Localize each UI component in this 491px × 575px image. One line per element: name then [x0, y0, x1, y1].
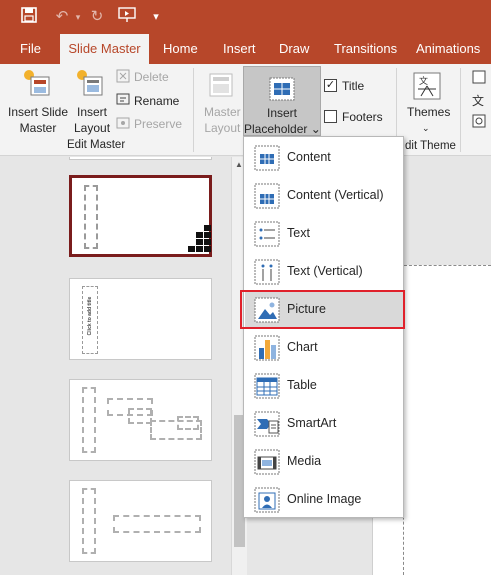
menu-item-label: Table	[287, 378, 317, 392]
table-icon	[254, 373, 280, 399]
menu-item-content-vertical[interactable]: Content (Vertical)	[245, 176, 403, 214]
ribbon-separator-3	[460, 68, 461, 152]
menu-item-label: Media	[287, 454, 322, 468]
footers-checkbox[interactable]	[324, 110, 337, 123]
online-image-icon	[254, 487, 280, 513]
master-layout-button[interactable]: Master Layout	[204, 104, 241, 136]
insert-placeholder-icon	[269, 77, 295, 104]
thumbnail-partial[interactable]	[69, 157, 212, 160]
themes-button[interactable]: Themes	[407, 104, 450, 120]
thumbnail-title-text: Click to add title	[87, 296, 93, 336]
menu-item-content[interactable]: Content	[245, 138, 403, 176]
edit-theme-group-label: dit Theme	[405, 140, 456, 152]
svg-text:文: 文	[419, 75, 428, 87]
highlight-annotation-box	[240, 290, 405, 329]
insert-placeholder-label: Insert Placeholder ⌄	[244, 106, 321, 136]
preserve-icon	[116, 116, 131, 134]
menu-item-label: Text (Vertical)	[287, 264, 363, 278]
fonts-icon[interactable]: 文	[472, 92, 484, 109]
tab-transitions[interactable]: Transitions	[328, 34, 403, 64]
text-vertical-icon	[254, 259, 280, 285]
tab-file[interactable]: File	[14, 34, 47, 64]
menu-item-label: SmartArt	[287, 416, 337, 430]
undo-dropdown-icon[interactable]: ▾	[68, 7, 88, 27]
footers-checkbox-label: Footers	[342, 110, 383, 124]
media-icon	[254, 449, 280, 475]
layout-thumbnail[interactable]	[69, 480, 212, 562]
menu-item-smartart[interactable]: SmartArt	[245, 404, 403, 442]
title-bar: ↶ ▾ ↻ ▾	[0, 0, 491, 34]
delete-button[interactable]: Delete	[134, 69, 169, 85]
title-checkbox[interactable]: ✓	[324, 79, 337, 92]
insert-slide-master-button[interactable]: Insert Slide Master	[8, 104, 68, 136]
menu-item-label: Content	[287, 150, 331, 164]
themes-icon[interactable]: 文	[413, 72, 441, 103]
colors-icon[interactable]	[472, 70, 486, 87]
scroll-up-icon[interactable]: ▲	[235, 160, 243, 169]
redo-icon[interactable]: ↻	[87, 7, 107, 27]
preserve-button[interactable]: Preserve	[134, 116, 182, 132]
content-vertical-icon	[254, 183, 280, 209]
thumbnail-stairs-shape	[188, 225, 211, 252]
menu-item-text-vertical[interactable]: Text (Vertical)	[245, 252, 403, 290]
delete-icon	[116, 69, 131, 87]
tab-animations[interactable]: Animations	[410, 34, 486, 64]
tab-draw[interactable]: Draw	[273, 34, 315, 64]
insert-layout-icon[interactable]	[75, 68, 105, 101]
menu-item-label: Content (Vertical)	[287, 188, 384, 202]
layout-thumbnail[interactable]	[69, 379, 212, 461]
edit-master-group-label: Edit Master	[67, 139, 126, 151]
menu-item-text[interactable]: Text	[245, 214, 403, 252]
save-icon[interactable]	[19, 7, 39, 27]
insert-slide-master-icon[interactable]	[22, 68, 52, 101]
text-icon	[254, 221, 280, 247]
ribbon-separator	[193, 68, 194, 152]
master-layout-icon	[208, 72, 234, 101]
rename-icon	[116, 92, 131, 110]
menu-item-chart[interactable]: Chart	[245, 328, 403, 366]
present-icon[interactable]	[117, 7, 137, 27]
effects-icon[interactable]	[472, 114, 486, 131]
themes-dropdown-icon[interactable]: ⌄	[422, 120, 430, 136]
insert-layout-button[interactable]: Insert Layout	[74, 104, 110, 136]
tab-insert[interactable]: Insert	[217, 34, 262, 64]
content-icon	[254, 145, 280, 171]
title-checkbox-label: Title	[342, 79, 365, 93]
chart-icon	[254, 335, 280, 361]
menu-item-label: Online Image	[287, 492, 362, 506]
layout-thumbnail[interactable]: Click to add title	[69, 278, 212, 360]
menu-item-table[interactable]: Table	[245, 366, 403, 404]
menu-item-online-image[interactable]: Online Image	[245, 480, 403, 518]
menu-item-label: Text	[287, 226, 310, 240]
customize-qat-icon[interactable]: ▾	[146, 7, 166, 27]
layout-thumbnail-selected[interactable]	[69, 175, 212, 257]
ribbon-tabs: File Slide Master Home Insert Draw Trans…	[0, 34, 491, 65]
menu-item-media[interactable]: Media	[245, 442, 403, 480]
slide-thumbnails-pane: Click to add title	[0, 157, 228, 575]
rename-button[interactable]: Rename	[134, 93, 179, 109]
tab-slide-master[interactable]: Slide Master	[60, 34, 149, 65]
smartart-icon	[254, 411, 280, 437]
tab-home[interactable]: Home	[157, 34, 204, 64]
slide-placeholder-border	[404, 265, 491, 266]
insert-placeholder-button[interactable]: Insert Placeholder ⌄	[243, 66, 321, 136]
menu-item-label: Chart	[287, 340, 318, 354]
